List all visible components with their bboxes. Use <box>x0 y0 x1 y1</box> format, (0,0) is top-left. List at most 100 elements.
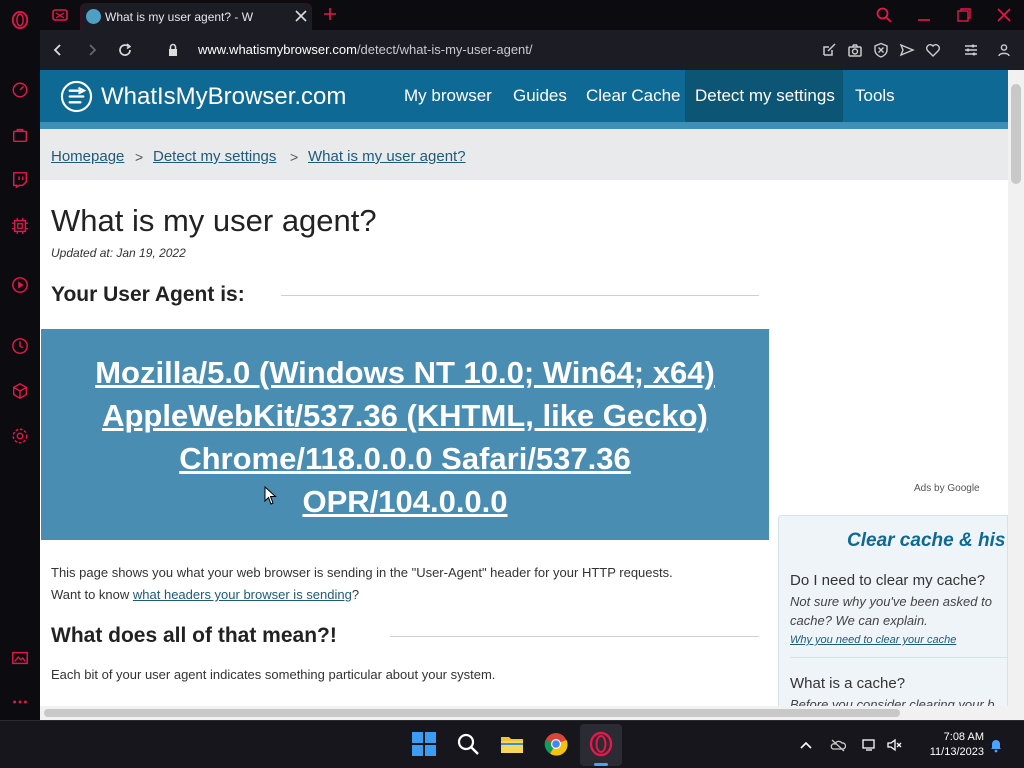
screen: What is my user agent? - W www.whatismyb… <box>0 0 1024 768</box>
clear-cache-card: Clear cache & his Do I need to clear my … <box>778 515 1008 720</box>
tab-bar: What is my user agent? - W <box>40 0 1024 30</box>
user-agent-line[interactable]: Mozilla/5.0 (Windows NT 10.0; Win64; x64… <box>41 355 769 391</box>
breadcrumb-user-agent[interactable]: What is my user agent? <box>308 148 466 165</box>
nav-clear-cache[interactable]: Clear Cache <box>586 86 681 106</box>
ads-label[interactable]: Ads by Google <box>914 483 980 494</box>
card-divider <box>790 657 1008 658</box>
chevron-up-icon[interactable] <box>798 737 814 753</box>
breadcrumb-separator: > <box>135 149 144 165</box>
clock-date: 11/13/2023 <box>929 746 984 758</box>
adblock-shield-icon[interactable] <box>873 42 889 58</box>
ua-heading: Your User Agent is: <box>51 283 245 306</box>
history-icon[interactable] <box>10 336 30 356</box>
shopping-bag-icon[interactable] <box>10 125 30 145</box>
user-agent-line[interactable]: AppleWebKit/537.36 (KHTML, like Gecko) <box>41 398 769 434</box>
description-text: This page shows you what your web browse… <box>51 565 673 580</box>
lock-icon[interactable] <box>165 42 181 58</box>
card-title: Clear cache & his <box>847 530 1006 551</box>
headers-link[interactable]: what headers your browser is sending <box>133 587 352 602</box>
settings-gear-icon[interactable] <box>10 426 30 446</box>
volume-muted-icon[interactable] <box>886 737 902 753</box>
question-what-is-cache[interactable]: What is a cache? <box>790 675 905 692</box>
nav-guides[interactable]: Guides <box>513 86 567 106</box>
taskbar: 7:08 AM 11/13/2023 <box>0 720 1024 768</box>
network-icon[interactable] <box>861 737 877 753</box>
updated-date: Updated at: Jan 19, 2022 <box>51 246 186 260</box>
search-tabs-icon[interactable] <box>875 6 893 24</box>
url-host: www.whatismybrowser.com <box>198 42 357 57</box>
tab-title: What is my user agent? - W <box>105 10 254 24</box>
snapshot-camera-icon[interactable] <box>847 42 863 58</box>
breadcrumb: Homepage > Detect my settings > What is … <box>40 129 1008 180</box>
clock-time: 7:08 AM <box>943 731 984 743</box>
onedrive-cloud-icon[interactable] <box>830 737 847 753</box>
url-field[interactable]: www.whatismybrowser.com/detect/what-is-m… <box>198 42 533 57</box>
breadcrumb-detect-my-settings[interactable]: Detect my settings <box>153 148 276 165</box>
nav-tools[interactable]: Tools <box>855 86 895 106</box>
notification-bell-icon[interactable] <box>988 737 1004 753</box>
forward-icon[interactable] <box>84 42 100 58</box>
question-sub: Not sure why you've been asked to <box>790 594 992 609</box>
user-agent-box: Mozilla/5.0 (Windows NT 10.0; Win64; x64… <box>41 329 769 540</box>
opera-logo-icon[interactable] <box>10 10 30 30</box>
reload-icon[interactable] <box>117 42 133 58</box>
why-clear-cache-link[interactable]: Why you need to clear your cache <box>790 634 956 646</box>
question-clear-cache[interactable]: Do I need to clear my cache? <box>790 572 985 589</box>
vertical-scrollbar[interactable] <box>1008 70 1024 720</box>
back-icon[interactable] <box>50 42 66 58</box>
scrollbar-thumb[interactable] <box>1011 84 1021 184</box>
new-tab-plus-icon[interactable] <box>322 6 338 22</box>
question-sub: cache? We can explain. <box>790 613 928 628</box>
opera-gx-icon[interactable] <box>588 731 614 757</box>
headers-question-prefix: Want to know <box>51 587 133 602</box>
speed-dial-icon[interactable] <box>10 80 30 100</box>
close-window-icon[interactable] <box>995 6 1013 24</box>
nav-detect-my-settings[interactable]: Detect my settings <box>695 86 835 106</box>
file-explorer-icon[interactable] <box>499 731 525 757</box>
restore-icon[interactable] <box>955 6 973 24</box>
cpu-icon[interactable] <box>10 216 30 236</box>
search-icon[interactable] <box>455 731 481 757</box>
twitch-icon[interactable] <box>10 170 30 190</box>
address-bar: www.whatismybrowser.com/detect/what-is-m… <box>40 30 1024 70</box>
tab-active[interactable]: What is my user agent? - W <box>80 3 312 30</box>
send-arrow-icon[interactable] <box>899 42 915 58</box>
header-strip <box>40 122 1008 129</box>
chrome-icon[interactable] <box>543 731 569 757</box>
heading-rule <box>390 636 759 637</box>
page-title: What is my user agent? <box>51 203 377 238</box>
user-agent-line[interactable]: Chrome/118.0.0.0 Safari/537.36 <box>41 441 769 477</box>
workspace-icon[interactable] <box>50 5 70 25</box>
site-favicon-icon <box>86 9 101 24</box>
extensions-cube-icon[interactable] <box>10 381 30 401</box>
gallery-image-icon[interactable] <box>10 648 30 668</box>
heart-bookmark-icon[interactable] <box>925 42 941 58</box>
easy-setup-sliders-icon[interactable] <box>963 42 979 58</box>
breadcrumb-separator: > <box>290 149 299 165</box>
opera-sidebar <box>0 0 40 720</box>
mouse-cursor-icon <box>264 486 277 505</box>
url-path: /detect/what-is-my-user-agent/ <box>356 42 533 57</box>
site-logo-icon[interactable] <box>60 80 93 113</box>
meaning-text: Each bit of your user agent indicates so… <box>51 667 496 682</box>
minimize-icon[interactable] <box>915 6 933 24</box>
tab-close-icon[interactable] <box>294 9 308 23</box>
site-logo-text[interactable]: WhatIsMyBrowser.com <box>101 83 346 111</box>
more-dots-icon[interactable] <box>10 692 30 712</box>
headers-question: Want to know what headers your browser i… <box>51 587 359 602</box>
player-icon[interactable] <box>10 275 30 295</box>
user-agent-line[interactable]: OPR/104.0.0.0 <box>41 484 769 520</box>
site-header: WhatIsMyBrowser.com My browser Guides Cl… <box>40 70 1008 122</box>
scrollbar-thumb[interactable] <box>44 709 900 717</box>
start-windows-icon[interactable] <box>411 731 437 757</box>
easy-setup-icon[interactable] <box>821 42 837 58</box>
headers-question-suffix: ? <box>351 587 360 602</box>
meaning-heading: What does all of that mean?! <box>51 624 337 647</box>
profile-icon[interactable] <box>996 42 1012 58</box>
system-clock[interactable]: 7:08 AM 11/13/2023 <box>912 730 984 760</box>
web-page: WhatIsMyBrowser.com My browser Guides Cl… <box>40 70 1008 720</box>
breadcrumb-homepage[interactable]: Homepage <box>51 148 124 165</box>
nav-my-browser[interactable]: My browser <box>404 86 492 106</box>
horizontal-scrollbar[interactable] <box>40 706 1008 720</box>
heading-rule <box>281 295 759 296</box>
